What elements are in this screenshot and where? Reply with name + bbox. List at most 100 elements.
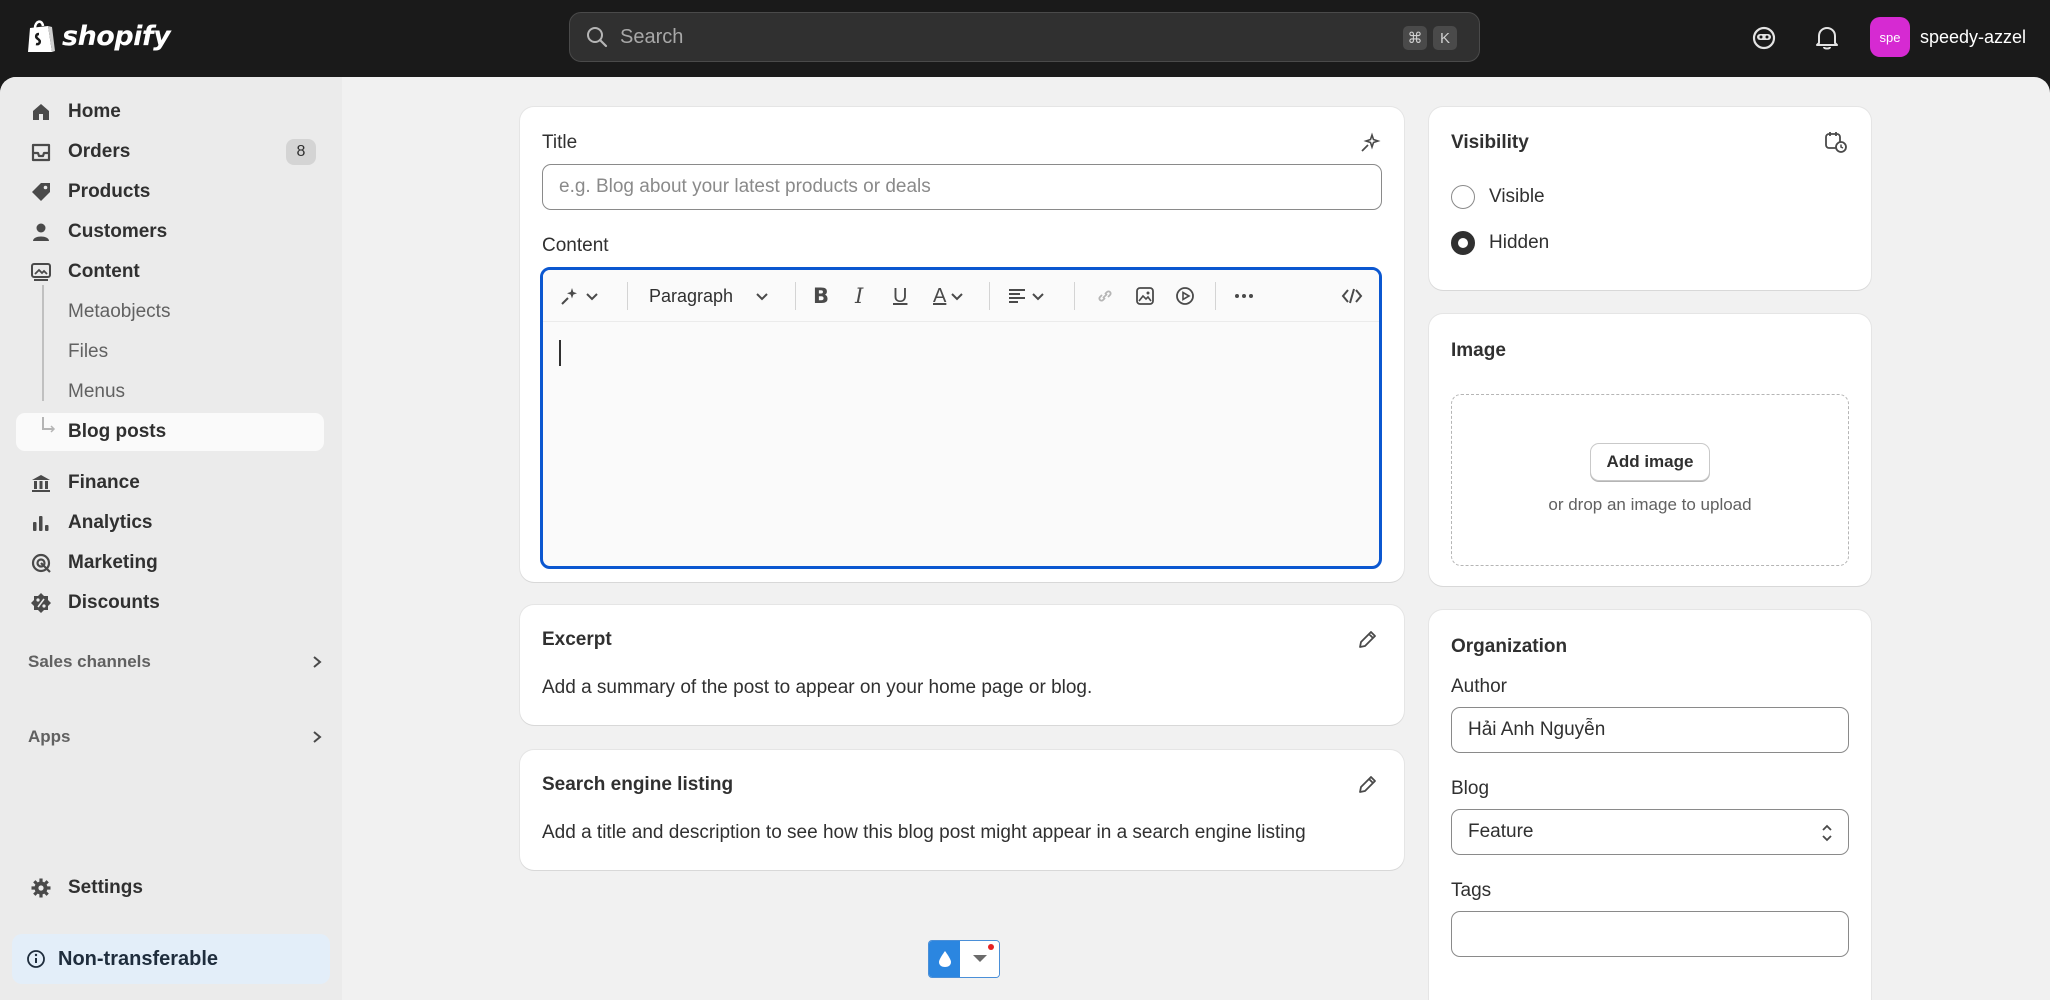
author-input[interactable]: Hải Anh Nguyễn xyxy=(1451,707,1849,753)
align-button[interactable] xyxy=(1007,282,1045,310)
align-left-icon xyxy=(1009,289,1025,303)
sidebar-item-settings[interactable]: Settings xyxy=(16,869,324,907)
logo-text: shopify xyxy=(62,20,171,52)
content-editor[interactable]: Paragraph B I U A xyxy=(540,267,1382,569)
bold-button[interactable]: B xyxy=(813,282,829,310)
shortcut-k-key: K xyxy=(1433,26,1457,50)
sidebar: Home Orders 8 Products Customers Content… xyxy=(0,77,342,1000)
sidebar-item-products[interactable]: Products xyxy=(16,173,324,211)
organization-title: Organization xyxy=(1451,636,1568,657)
bold-icon: B xyxy=(813,284,830,308)
insert-video-button[interactable] xyxy=(1175,282,1195,310)
account-menu[interactable]: spe speedy-azzel xyxy=(1870,17,2026,57)
store-name: speedy-azzel xyxy=(1920,26,2027,47)
title-placeholder: e.g. Blog about your latest products or … xyxy=(559,176,931,197)
sidebar-item-marketing[interactable]: Marketing xyxy=(16,544,324,582)
text-color-button[interactable]: A xyxy=(933,282,964,310)
more-horizontal-icon xyxy=(1235,294,1253,298)
discount-icon xyxy=(31,593,51,613)
blog-label: Blog xyxy=(1451,778,1490,799)
image-dropzone[interactable]: Add image or drop an image to upload xyxy=(1451,394,1849,566)
sidebar-item-customers[interactable]: Customers xyxy=(16,213,324,251)
sidebar-section-sales-channels[interactable]: Sales channels xyxy=(28,647,324,677)
radio-label: Visible xyxy=(1489,186,1545,207)
droplet-icon xyxy=(938,951,951,967)
text-cursor xyxy=(559,340,561,366)
shopify-bag-icon xyxy=(28,20,55,52)
visibility-option-hidden[interactable]: Hidden xyxy=(1451,231,1549,255)
calendar-clock-icon[interactable] xyxy=(1824,130,1848,154)
radio-button-selected[interactable] xyxy=(1451,231,1475,255)
tag-icon xyxy=(32,183,50,201)
toolbar-divider xyxy=(989,282,990,310)
sidebar-item-label: Metaobjects xyxy=(68,301,171,322)
tags-input[interactable] xyxy=(1451,911,1849,957)
sidebar-item-label: Customers xyxy=(68,221,168,242)
seo-title: Search engine listing xyxy=(542,774,734,795)
code-icon xyxy=(1341,288,1363,304)
search-bar[interactable]: Search ⌘ K xyxy=(569,12,1480,62)
sidekick-button[interactable] xyxy=(1748,22,1780,54)
blog-select[interactable]: Feature xyxy=(1451,809,1849,855)
non-transferable-label: Non-transferable xyxy=(58,947,219,970)
notifications-button[interactable] xyxy=(1811,22,1843,54)
sidebar-item-analytics[interactable]: Analytics xyxy=(16,504,324,542)
sidebar-item-home[interactable]: Home xyxy=(16,93,324,131)
widget-drop-button[interactable] xyxy=(929,941,961,977)
excerpt-card: Excerpt Add a summary of the post to app… xyxy=(520,605,1404,725)
more-options-button[interactable] xyxy=(1233,282,1255,310)
title-input[interactable]: e.g. Blog about your latest products or … xyxy=(542,164,1382,210)
sidebar-item-blog-posts[interactable]: Blog posts xyxy=(16,413,324,451)
link-button[interactable] xyxy=(1095,282,1115,310)
paragraph-format-select[interactable]: Paragraph xyxy=(649,282,769,310)
sidebar-item-metaobjects[interactable]: Metaobjects xyxy=(16,293,324,331)
html-view-button[interactable] xyxy=(1341,282,1363,310)
gear-icon xyxy=(31,878,51,898)
author-label: Author xyxy=(1451,676,1507,697)
sidebar-item-finance[interactable]: Finance xyxy=(16,464,324,502)
admin-frame: Home Orders 8 Products Customers Content… xyxy=(0,77,2050,1000)
sidebar-item-label: Home xyxy=(68,101,121,122)
sidebar-item-discounts[interactable]: Discounts xyxy=(16,584,324,622)
sidebar-section-apps[interactable]: Apps xyxy=(28,722,324,752)
tree-branch-icon xyxy=(42,417,56,433)
chevron-down-icon xyxy=(1032,293,1044,301)
add-image-button[interactable]: Add image xyxy=(1590,443,1710,481)
chevron-right-icon xyxy=(313,656,322,668)
italic-button[interactable]: I xyxy=(855,282,863,310)
drop-hint: or drop an image to upload xyxy=(1548,495,1752,514)
sidebar-item-label: Discounts xyxy=(68,592,160,613)
ai-generate-button[interactable] xyxy=(559,282,599,310)
sidebar-item-files[interactable]: Files xyxy=(16,333,324,371)
sidebar-item-label: Marketing xyxy=(68,552,158,573)
image-card: Image Add image or drop an image to uplo… xyxy=(1429,314,1871,586)
sidebar-item-orders[interactable]: Orders 8 xyxy=(16,133,324,171)
underline-button[interactable]: U xyxy=(893,282,907,310)
paragraph-label: Paragraph xyxy=(649,285,734,306)
avatar: spe xyxy=(1870,17,1910,57)
play-circle-icon xyxy=(1176,287,1194,305)
bell-icon xyxy=(1816,27,1838,50)
visibility-option-visible[interactable]: Visible xyxy=(1451,185,1545,209)
floating-widget[interactable] xyxy=(928,940,1000,978)
shopify-logo[interactable]: shopify xyxy=(26,18,171,54)
notification-dot xyxy=(988,944,994,950)
insert-image-button[interactable] xyxy=(1135,282,1155,310)
widget-menu-button[interactable] xyxy=(960,941,999,977)
toolbar-divider xyxy=(1074,282,1075,310)
tags-label: Tags xyxy=(1451,880,1492,901)
pencil-icon[interactable] xyxy=(1356,629,1378,651)
image-icon xyxy=(31,263,51,281)
non-transferable-banner[interactable]: Non-transferable xyxy=(12,934,330,984)
radio-button[interactable] xyxy=(1451,185,1475,209)
caret-down-icon xyxy=(972,955,987,962)
bank-icon xyxy=(32,475,50,492)
sidebar-item-menus[interactable]: Menus xyxy=(16,373,324,411)
bar-chart-icon xyxy=(33,516,49,531)
pencil-icon[interactable] xyxy=(1356,774,1378,796)
sidebar-item-content[interactable]: Content xyxy=(16,253,324,291)
magic-sparkle-icon[interactable] xyxy=(1358,131,1382,155)
toolbar-divider xyxy=(795,282,796,310)
orders-count-badge: 8 xyxy=(286,139,316,165)
magic-sparkle-icon xyxy=(561,288,577,305)
